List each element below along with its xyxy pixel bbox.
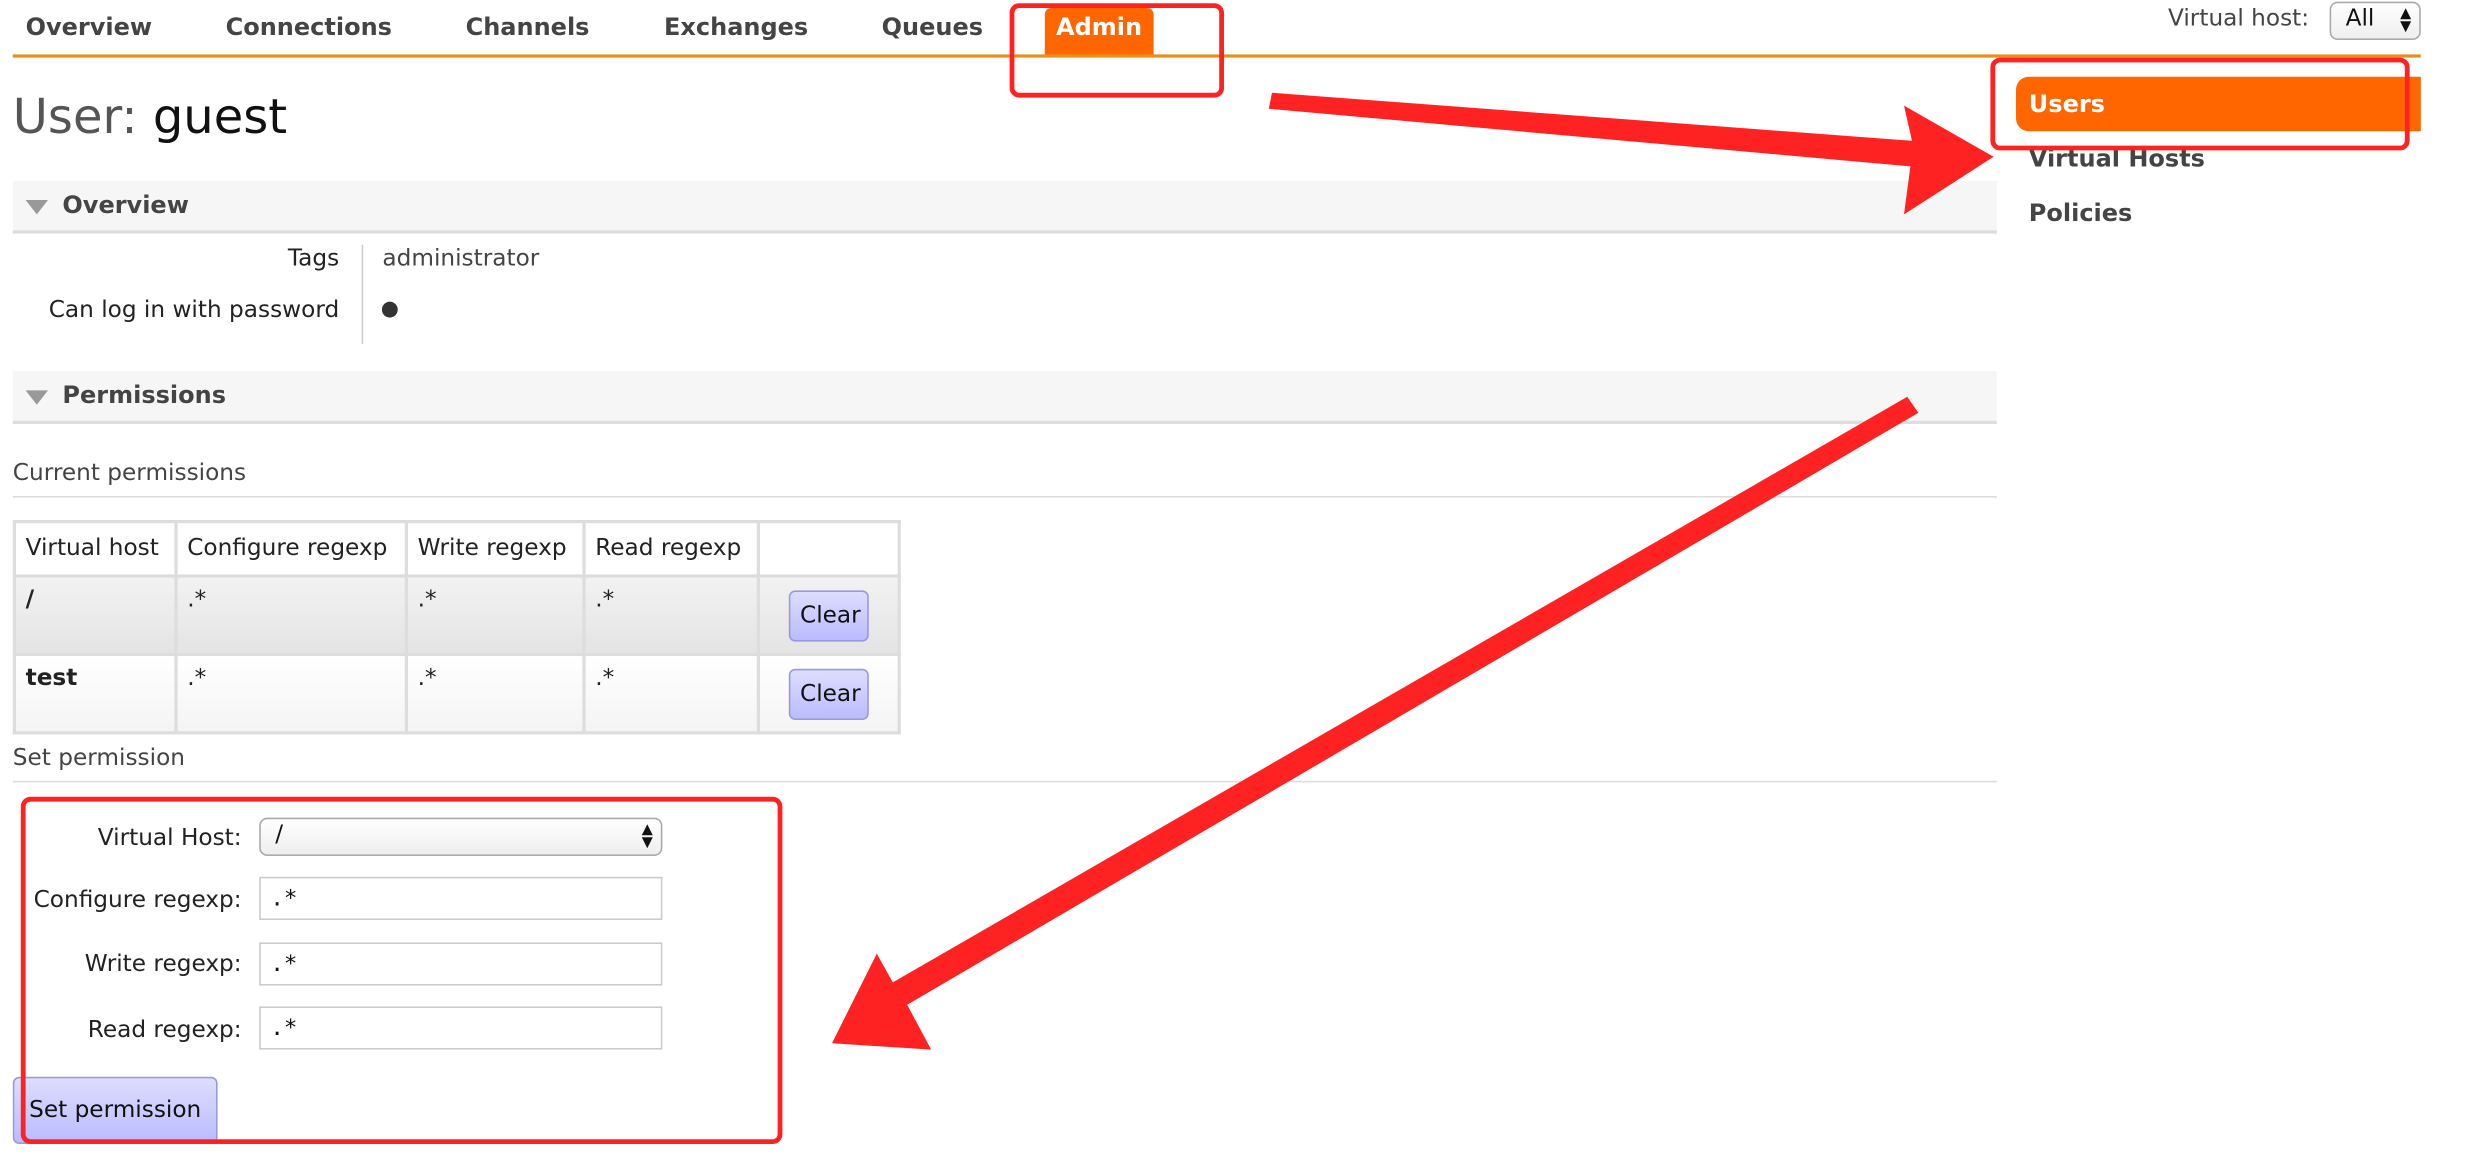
annotation-arrow-to-users [1268,92,1994,215]
annotation-arrow-to-form [832,396,1919,1050]
annotation-arrows [832,92,1994,1050]
